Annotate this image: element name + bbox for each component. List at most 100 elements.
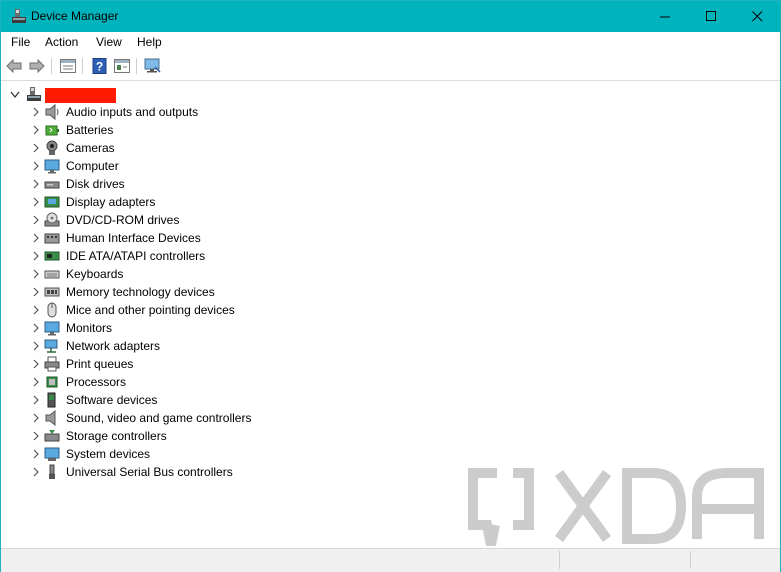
tree-category-label: Cameras — [66, 141, 115, 155]
minimize-icon — [659, 16, 670, 18]
chevron-right-icon[interactable] — [31, 143, 41, 153]
toolbar-separator — [51, 58, 52, 74]
chevron-right-icon[interactable] — [31, 323, 41, 333]
dvd-icon — [44, 212, 60, 227]
back-button[interactable] — [5, 57, 23, 75]
tree-category-label: Monitors — [66, 321, 113, 335]
tree-category-label: Batteries — [66, 123, 114, 137]
svg-text:?: ? — [96, 60, 103, 74]
processor-icon — [46, 376, 58, 388]
tree-category-row[interactable]: Processors — [2, 373, 402, 391]
tree-category-row[interactable]: Computer — [2, 157, 402, 175]
chevron-right-icon[interactable] — [31, 251, 41, 261]
scan-hardware-icon — [144, 58, 161, 73]
computer-icon — [27, 87, 41, 101]
status-pane-secondary — [560, 551, 691, 569]
tree-category-row[interactable]: Cameras — [2, 139, 402, 157]
network-adapter-icon — [44, 339, 58, 353]
chevron-right-icon[interactable] — [31, 125, 41, 135]
forward-arrow-icon — [29, 59, 45, 73]
maximize-icon — [705, 11, 716, 21]
tree-category-row[interactable]: Disk drives — [2, 175, 402, 193]
chevron-right-icon[interactable] — [31, 431, 41, 441]
tree-category-label: Network adapters — [66, 339, 161, 353]
tree-category-row[interactable]: Print queues — [2, 355, 402, 373]
battery-icon — [45, 125, 59, 136]
memory-icon — [44, 287, 60, 297]
chevron-right-icon[interactable] — [31, 449, 41, 459]
tree-category-label: Processors — [66, 375, 127, 389]
title-bar[interactable]: Device Manager — [1, 1, 780, 32]
tree-root-row[interactable] — [2, 85, 402, 103]
device-manager-window: Device Manager File Action View Help ? A… — [0, 0, 781, 572]
system-device-icon — [44, 447, 60, 461]
monitor-icon — [44, 159, 60, 174]
chevron-right-icon[interactable] — [31, 467, 41, 477]
tree-category-label: Storage controllers — [66, 429, 167, 443]
chevron-right-icon[interactable] — [31, 233, 41, 243]
tree-category-row[interactable]: IDE ATA/ATAPI controllers — [2, 247, 402, 265]
tree-category-label: Universal Serial Bus controllers — [66, 465, 233, 479]
tree-category-row[interactable]: Mice and other pointing devices — [2, 301, 402, 319]
disk-drive-icon — [44, 181, 60, 189]
tree-category-row[interactable]: DVD/CD-ROM drives — [2, 211, 402, 229]
chevron-right-icon[interactable] — [31, 179, 41, 189]
chevron-right-icon[interactable] — [31, 305, 41, 315]
device-manager-app-icon — [12, 9, 26, 23]
chevron-right-icon[interactable] — [31, 107, 41, 117]
speaker-icon — [45, 104, 59, 120]
tree-category-label: Memory technology devices — [66, 285, 215, 299]
tree-category-row[interactable]: Software devices — [2, 391, 402, 409]
chevron-right-icon[interactable] — [31, 413, 41, 423]
chevron-right-icon[interactable] — [31, 197, 41, 207]
menu-view[interactable]: View — [96, 35, 122, 49]
properties-icon — [60, 59, 76, 73]
chevron-right-icon[interactable] — [31, 341, 41, 351]
mouse-icon — [47, 302, 57, 318]
chevron-right-icon[interactable] — [31, 161, 41, 171]
tree-category-label: Audio inputs and outputs — [66, 105, 199, 119]
tree-category-label: Mice and other pointing devices — [66, 303, 235, 317]
forward-button[interactable] — [28, 57, 46, 75]
tree-category-row[interactable]: Human Interface Devices — [2, 229, 402, 247]
show-hidden-icon — [114, 59, 130, 73]
close-icon — [751, 11, 762, 22]
tree-category-row[interactable]: Universal Serial Bus controllers — [2, 463, 402, 481]
tree-category-label: Sound, video and game controllers — [66, 411, 252, 425]
tree-category-row[interactable]: Audio inputs and outputs — [2, 103, 402, 121]
menu-bar: File Action View Help — [1, 32, 780, 53]
chevron-down-icon[interactable] — [10, 91, 20, 99]
tree-category-label: IDE ATA/ATAPI controllers — [66, 249, 206, 263]
maximize-button[interactable] — [688, 1, 734, 32]
chevron-right-icon[interactable] — [31, 395, 41, 405]
help-button[interactable]: ? — [91, 57, 109, 75]
keyboard-icon — [44, 270, 60, 279]
chevron-right-icon[interactable] — [31, 269, 41, 279]
properties-button[interactable] — [59, 57, 77, 75]
menu-help[interactable]: Help — [137, 35, 162, 49]
minimize-button[interactable] — [642, 1, 688, 32]
tree-category-row[interactable]: Batteries — [2, 121, 402, 139]
tree-category-row[interactable]: Memory technology devices — [2, 283, 402, 301]
tree-category-row[interactable]: Monitors — [2, 319, 402, 337]
show-hidden-button[interactable] — [113, 57, 131, 75]
tree-category-row[interactable]: System devices — [2, 445, 402, 463]
chevron-right-icon[interactable] — [31, 359, 41, 369]
menu-action[interactable]: Action — [45, 35, 78, 49]
toolbar: ? — [1, 53, 780, 81]
tree-category-label: Keyboards — [66, 267, 124, 281]
tree-category-row[interactable]: Display adapters — [2, 193, 402, 211]
toolbar-separator — [136, 58, 137, 74]
tree-category-row[interactable]: Network adapters — [2, 337, 402, 355]
menu-file[interactable]: File — [11, 35, 30, 49]
chevron-right-icon[interactable] — [31, 215, 41, 225]
software-device-icon — [47, 392, 56, 408]
chevron-right-icon[interactable] — [31, 287, 41, 297]
tree-category-row[interactable]: Storage controllers — [2, 427, 402, 445]
tree-category-row[interactable]: Keyboards — [2, 265, 402, 283]
tree-category-row[interactable]: Sound, video and game controllers — [2, 409, 402, 427]
chevron-right-icon[interactable] — [31, 377, 41, 387]
scan-hardware-button[interactable] — [144, 57, 162, 75]
redacted-computer-name — [45, 88, 116, 103]
close-button[interactable] — [734, 1, 780, 32]
